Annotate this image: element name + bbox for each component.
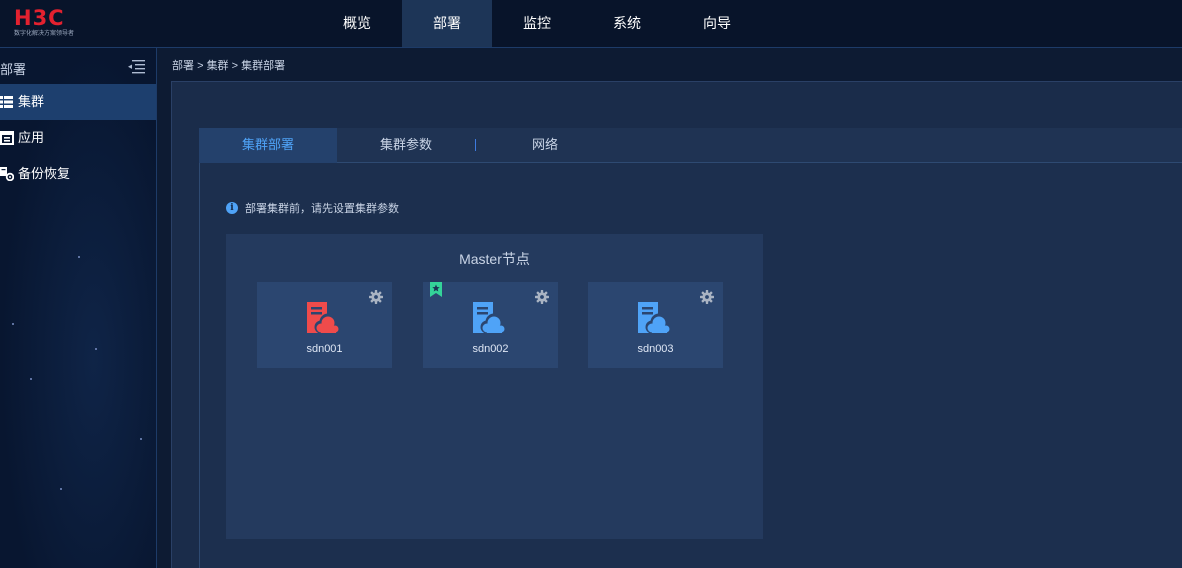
breadcrumb: 部署 > 集群 > 集群部署: [172, 57, 285, 73]
master-group-title: Master节点: [459, 251, 530, 267]
node-name: sdn003: [637, 343, 674, 355]
sidebar-item-label: 备份恢复: [18, 166, 71, 181]
app-window-icon: [0, 131, 14, 145]
breadcrumb-item[interactable]: 集群: [207, 60, 229, 72]
sidebar-item-cluster[interactable]: 集群: [0, 84, 156, 120]
tab-cluster-params[interactable]: 集群参数: [337, 128, 475, 163]
sidebar-item-backup-restore[interactable]: 备份恢复: [0, 156, 156, 192]
nav-deploy[interactable]: 部署: [402, 0, 492, 47]
breadcrumb-current: 集群部署: [241, 60, 286, 72]
top-bar: H3C 数字化解决方案领导者 概览 部署 监控 系统 向导: [0, 0, 1182, 48]
server-list-icon: [0, 96, 13, 108]
tab-bar: 集群部署 集群参数 网络: [199, 128, 1182, 163]
info-text: 部署集群前，请先设置集群参数: [245, 203, 399, 215]
logo-text: H3C: [14, 6, 65, 30]
breadcrumb-item[interactable]: 部署: [172, 60, 194, 72]
nav-overview[interactable]: 概览: [312, 0, 402, 47]
tab-cluster-deploy[interactable]: 集群部署: [199, 128, 337, 163]
master-node-group: Master节点 sdn001 sdn002 sdn003: [226, 234, 763, 539]
background-star: [12, 323, 14, 325]
background-star: [60, 488, 62, 490]
background-star: [95, 348, 97, 350]
background-star: [30, 378, 32, 380]
background-star: [140, 438, 142, 440]
sidebar-item-app[interactable]: 应用: [0, 120, 156, 156]
gear-icon[interactable]: [369, 290, 383, 304]
gear-icon[interactable]: [700, 290, 714, 304]
tab-network[interactable]: 网络: [476, 128, 614, 163]
primary-node-bookmark-icon: [430, 282, 442, 297]
node-card-sdn003[interactable]: sdn003: [588, 282, 723, 368]
nav-wizard[interactable]: 向导: [672, 0, 762, 47]
main-nav: 概览 部署 监控 系统 向导: [312, 0, 762, 47]
server-cloud-icon: [307, 302, 341, 336]
sidebar-header: 部署: [0, 48, 156, 84]
h3c-logo[interactable]: H3C 数字化解决方案领导者: [14, 8, 94, 40]
nav-system[interactable]: 系统: [582, 0, 672, 47]
server-cloud-icon: [638, 302, 672, 336]
gear-icon[interactable]: [535, 290, 549, 304]
node-name: sdn001: [306, 343, 343, 355]
sidebar-title: 部署: [0, 62, 27, 77]
node-card-sdn001[interactable]: sdn001: [257, 282, 392, 368]
tab-content: i 部署集群前，请先设置集群参数 Master节点 sdn001 sdn002 …: [199, 163, 1182, 568]
info-message: i 部署集群前，请先设置集群参数: [226, 200, 399, 216]
nav-monitor[interactable]: 监控: [492, 0, 582, 47]
sidebar-item-label: 集群: [18, 94, 45, 109]
menu-fold-icon[interactable]: [127, 58, 145, 74]
logo-tagline: 数字化解决方案领导者: [14, 31, 75, 37]
breadcrumb-separator: >: [231, 60, 239, 72]
backup-settings-icon: [0, 167, 14, 181]
sidebar-item-label: 应用: [18, 130, 45, 145]
info-icon: i: [226, 202, 238, 214]
background-star: [78, 256, 80, 258]
node-card-sdn002[interactable]: sdn002: [423, 282, 558, 368]
server-cloud-icon: [473, 302, 507, 336]
breadcrumb-separator: >: [197, 60, 204, 72]
sidebar: 部署 集群 应用 备份恢复: [0, 48, 157, 568]
main-panel: 集群部署 集群参数 网络 i 部署集群前，请先设置集群参数 Master节点 s…: [171, 81, 1182, 568]
node-name: sdn002: [472, 343, 509, 355]
